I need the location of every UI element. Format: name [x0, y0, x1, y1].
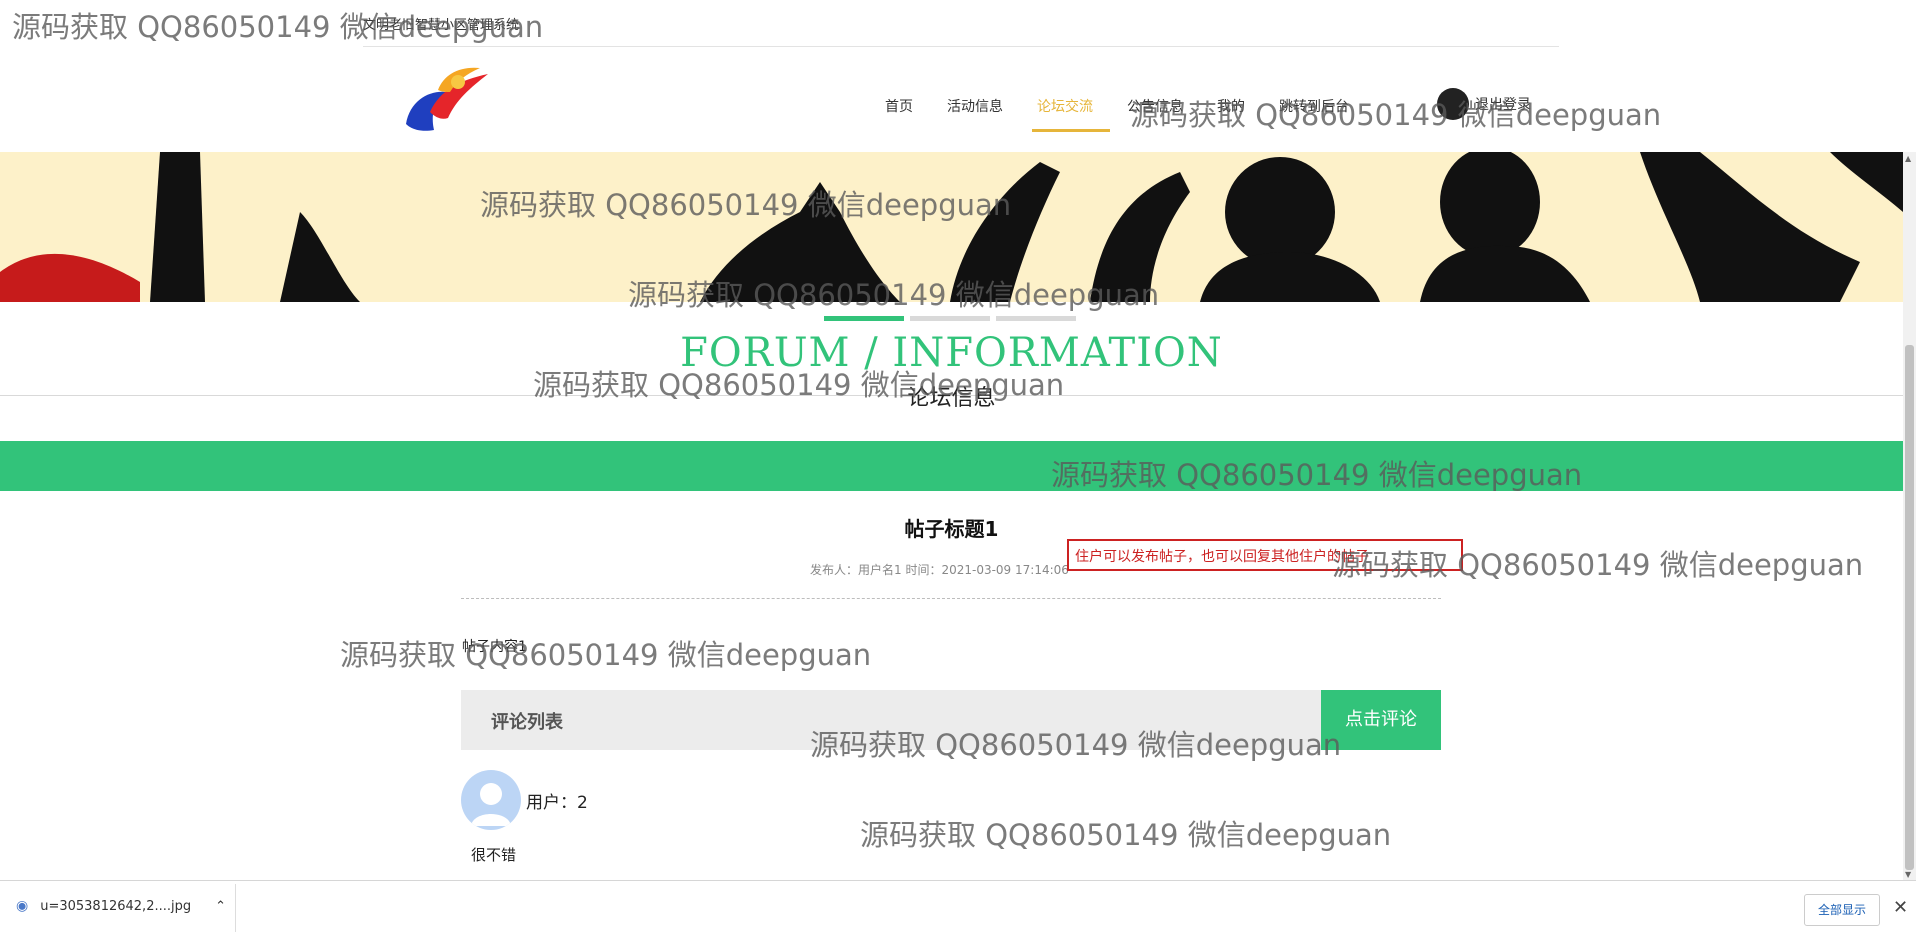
close-icon[interactable]: ✕	[1893, 897, 1908, 918]
post-content: 帖子内容1	[462, 639, 527, 655]
scroll-down-icon[interactable]: ▼	[1905, 870, 1911, 879]
comment-list-title: 评论列表	[491, 712, 563, 733]
green-banner-bar	[0, 441, 1903, 491]
user-silhouette-icon	[471, 783, 511, 826]
main-nav: 首页 活动信息 论坛交流 公告信息 我的 跳转到后台	[868, 88, 1366, 132]
nav-notices[interactable]: 公告信息	[1110, 88, 1200, 128]
nav-user[interactable]: 退出登录	[1437, 88, 1531, 120]
nav-admin[interactable]: 跳转到后台	[1262, 88, 1366, 128]
site-title: 文明老旧智慧小区管理系统	[363, 18, 520, 33]
scroll-up-icon[interactable]: ▲	[1905, 154, 1911, 163]
chevron-up-icon[interactable]: ⌃	[215, 899, 226, 914]
post-meta: 发布人：用户名1 时间：2021-03-09 17:14:06	[810, 563, 1069, 577]
section-title-cn: 论坛信息	[907, 386, 996, 411]
comment-list-header: 评论列表	[461, 690, 1441, 750]
crowd-silhouette	[0, 152, 1903, 302]
download-bar	[0, 880, 1916, 937]
carousel-dot[interactable]	[996, 316, 1076, 321]
nav-activities[interactable]: 活动信息	[930, 88, 1020, 128]
download-separator	[235, 884, 236, 932]
download-item[interactable]: ◉ u=3053812642,2....jpg ⌃	[16, 898, 226, 914]
logout-link[interactable]: 退出登录	[1475, 94, 1531, 114]
post-divider	[461, 598, 1441, 599]
site-logo[interactable]	[400, 60, 492, 136]
watermark: 源码获取 QQ86050149 微信deepguan	[340, 638, 872, 672]
add-comment-button[interactable]: 点击评论	[1321, 690, 1441, 750]
nav-mine[interactable]: 我的	[1200, 88, 1262, 128]
post-title: 帖子标题1	[904, 517, 999, 541]
banner-image	[0, 152, 1903, 302]
annotation-tip: 住户可以发布帖子，也可以回复其他住户的帖子	[1067, 539, 1463, 571]
nav-home[interactable]: 首页	[868, 88, 930, 128]
nav-forum[interactable]: 论坛交流	[1020, 88, 1110, 132]
download-filename: u=3053812642,2....jpg	[40, 898, 192, 914]
image-file-icon: ◉	[16, 898, 29, 914]
comment-text: 很不错	[471, 846, 517, 864]
top-divider	[363, 46, 1559, 47]
top-bar: 文明老旧智慧小区管理系统	[0, 0, 1916, 48]
carousel-dot[interactable]	[910, 316, 990, 321]
user-avatar-icon	[1437, 88, 1469, 120]
carousel-indicators	[824, 316, 1076, 321]
watermark: 源码获取 QQ86050149 微信deepguan	[860, 818, 1392, 852]
scrollbar-thumb[interactable]	[1905, 345, 1914, 870]
carousel-dot[interactable]	[824, 316, 904, 321]
comment-user: 用户：2	[526, 793, 588, 813]
show-all-button[interactable]: 全部显示	[1804, 894, 1880, 926]
section-title-en: FORUM / INFORMATION	[680, 330, 1223, 376]
comment-avatar	[461, 770, 521, 830]
